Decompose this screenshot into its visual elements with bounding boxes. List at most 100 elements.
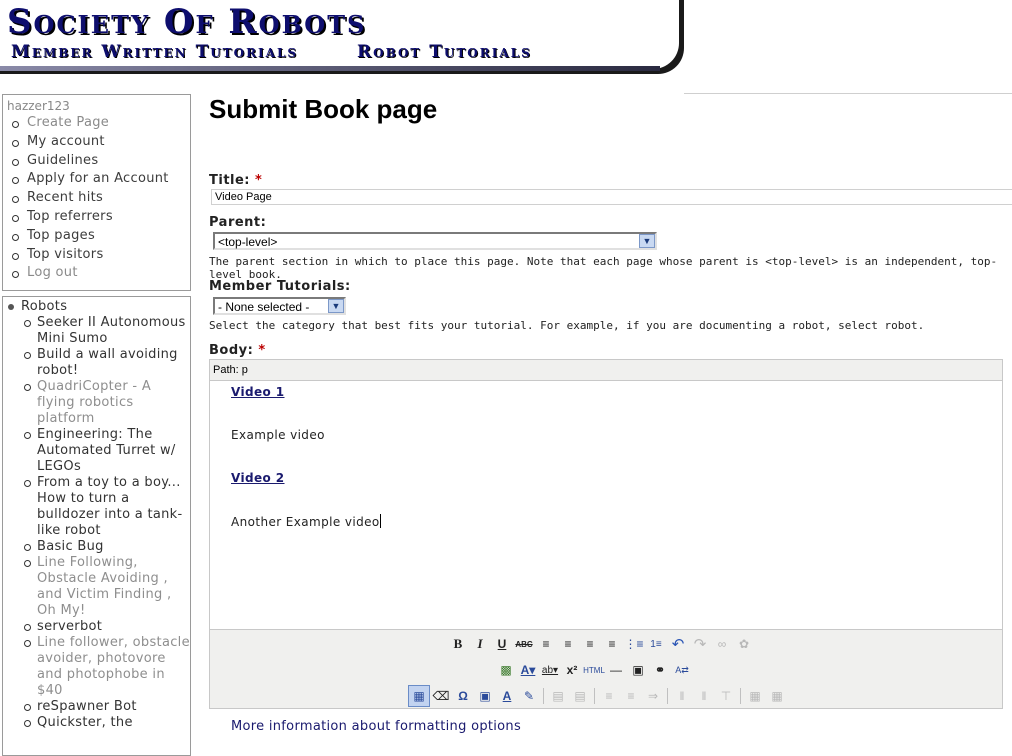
split-cells-icon[interactable]: ▦ xyxy=(744,685,766,707)
horizontal-rule-icon[interactable]: — xyxy=(605,659,627,681)
text-color-icon[interactable]: A▾ xyxy=(517,659,539,681)
align-justify-icon[interactable]: ≡ xyxy=(601,633,623,655)
merge-cells-icon[interactable]: ▦ xyxy=(766,685,788,707)
tutorials-description: Select the category that best fits your … xyxy=(209,319,925,332)
editor-path-bar: Path: p xyxy=(210,360,1002,381)
toolbar-separator xyxy=(740,688,741,704)
page-title: Submit Book page xyxy=(209,94,438,124)
user-menu-item[interactable]: Log out xyxy=(7,264,190,283)
tree-item[interactable]: Line Following, Obstacle Avoiding , and … xyxy=(20,555,190,619)
align-center-icon[interactable]: ≡ xyxy=(557,633,579,655)
table-row-props-icon[interactable]: ▤ xyxy=(547,685,569,707)
text-caret xyxy=(379,514,381,528)
required-marker: * xyxy=(255,173,263,188)
user-menu-item[interactable]: My account xyxy=(7,133,190,152)
find-icon[interactable]: ⚭ xyxy=(649,659,671,681)
tree-item[interactable]: Seeker II Autonomous Mini Sumo xyxy=(20,315,190,347)
image-icon[interactable]: ▩ xyxy=(495,659,517,681)
site-banner: Society Of Robots Member Written Tutoria… xyxy=(0,0,684,74)
tree-item[interactable]: Build a wall avoiding robot! xyxy=(20,347,190,379)
body-label: Body: * xyxy=(209,343,266,358)
align-left-icon[interactable]: ≡ xyxy=(535,633,557,655)
chevron-down-icon[interactable]: ▼ xyxy=(639,234,655,248)
fullscreen-icon[interactable]: ▣ xyxy=(474,685,496,707)
undo-icon[interactable]: ↶ xyxy=(667,633,689,655)
special-char-icon[interactable]: Ω xyxy=(452,685,474,707)
redo-icon[interactable]: ↷ xyxy=(689,633,711,655)
table-icon[interactable]: ▦ xyxy=(408,685,430,707)
editor-body[interactable]: Video 1 Example video Video 2 Another Ex… xyxy=(210,381,1002,629)
book-navigation-block: Robots Seeker II Autonomous Mini Sumo Bui… xyxy=(2,296,191,756)
tree-root-robots[interactable]: Robots xyxy=(5,299,190,315)
tutorials-selected-value: - None selected - xyxy=(218,300,310,314)
insert-row-before-icon[interactable]: ≡ xyxy=(598,685,620,707)
tree-item[interactable]: Line follower, obstacle avoider, photovo… xyxy=(20,635,190,699)
superscript-icon[interactable]: x² xyxy=(561,659,583,681)
member-tutorials-label: Member Tutorials: xyxy=(209,279,351,294)
formatting-help-link[interactable]: More information about formatting option… xyxy=(231,719,521,734)
user-menu: Create Page My account Guidelines Apply for… xyxy=(7,114,190,283)
user-menu-item[interactable]: Top pages xyxy=(7,227,190,246)
edit-icon[interactable]: ✎ xyxy=(518,685,540,707)
robot-tutorials-link[interactable]: Robot Tutorials xyxy=(357,42,532,62)
user-menu-item[interactable]: Guidelines xyxy=(7,152,190,171)
required-marker: * xyxy=(258,343,266,358)
align-right-icon[interactable]: ≡ xyxy=(579,633,601,655)
username: hazzer123 xyxy=(7,99,70,113)
tree-item[interactable]: Basic Bug xyxy=(20,539,190,555)
user-menu-item[interactable]: Top referrers xyxy=(7,208,190,227)
user-menu-block: hazzer123 Create Page My account Guideline… xyxy=(2,94,191,291)
bullet-list-icon[interactable]: ⋮≡ xyxy=(623,633,645,655)
styles-icon[interactable]: A xyxy=(496,685,518,707)
editor-paragraph[interactable]: Example video xyxy=(231,428,325,442)
robots-tree-list: Seeker II Autonomous Mini Sumo Build a wa… xyxy=(20,315,190,731)
toolbar-separator xyxy=(667,688,668,704)
highlight-color-icon[interactable]: ab▾ xyxy=(539,659,561,681)
tree-item[interactable]: Quickster, the xyxy=(20,715,190,731)
tree-item[interactable]: From a toy to a boy... How to turn a bul… xyxy=(20,475,190,539)
title-input[interactable]: Video Page xyxy=(211,189,1012,205)
rich-text-editor: Path: p Video 1 Example video Video 2 An… xyxy=(209,359,1003,709)
tree-item[interactable]: reSpawner Bot xyxy=(20,699,190,715)
bold-icon[interactable]: B xyxy=(447,633,469,655)
numbered-list-icon[interactable]: 1≡ xyxy=(645,633,667,655)
site-title[interactable]: Society Of Robots xyxy=(7,2,366,42)
insert-col-after-icon[interactable]: ‖ xyxy=(693,685,715,707)
link-icon[interactable]: ∞ xyxy=(711,633,733,655)
strikethrough-icon[interactable]: ABC xyxy=(513,633,535,655)
unlink-icon[interactable]: ✿ xyxy=(733,633,755,655)
cleanup-icon[interactable]: ⌫ xyxy=(430,685,452,707)
editor-paragraph[interactable]: Another Example video xyxy=(231,514,381,529)
tree-item[interactable]: Engineering: The Automated Turret w/ LEG… xyxy=(20,427,190,475)
underline-icon[interactable]: U xyxy=(491,633,513,655)
editor-link-video-2[interactable]: Video 2 xyxy=(231,471,285,485)
parent-selected-value: <top-level> xyxy=(218,235,278,249)
user-menu-item[interactable]: Apply for an Account xyxy=(7,170,190,189)
user-menu-item[interactable]: Top visitors xyxy=(7,246,190,265)
user-menu-item[interactable]: Recent hits xyxy=(7,189,190,208)
delete-row-icon[interactable]: ⇒ xyxy=(642,685,664,707)
italic-icon[interactable]: I xyxy=(469,633,491,655)
user-menu-item[interactable]: Create Page xyxy=(7,114,190,133)
preview-icon[interactable]: ▣ xyxy=(627,659,649,681)
parent-select[interactable]: <top-level> ▼ xyxy=(213,232,657,250)
delete-col-icon[interactable]: ⊤ xyxy=(715,685,737,707)
tree-item[interactable]: QuadriCopter - A flying robotics platfor… xyxy=(20,379,190,427)
insert-row-after-icon[interactable]: ≡ xyxy=(620,685,642,707)
tree-item[interactable]: serverbot xyxy=(20,619,190,635)
member-tutorials-link[interactable]: Member Written Tutorials xyxy=(11,42,298,62)
title-label: Title: * xyxy=(209,173,263,188)
html-icon[interactable]: HTML xyxy=(583,659,605,681)
toolbar-separator xyxy=(543,688,544,704)
member-tutorials-select[interactable]: - None selected - ▼ xyxy=(213,297,346,315)
parent-description: The parent section in which to place thi… xyxy=(209,255,998,281)
chevron-down-icon[interactable]: ▼ xyxy=(328,299,344,313)
editor-link-video-1[interactable]: Video 1 xyxy=(231,385,285,399)
parent-label: Parent: xyxy=(209,215,267,230)
toolbar-separator xyxy=(594,688,595,704)
insert-col-before-icon[interactable]: ‖ xyxy=(671,685,693,707)
table-cell-props-icon[interactable]: ▤ xyxy=(569,685,591,707)
header-divider xyxy=(684,93,1012,94)
replace-icon[interactable]: A⇄ xyxy=(671,659,693,681)
editor-toolbar: B I U ABC ≡ ≡ ≡ ≡ ⋮≡ 1≡ ↶ ↷ ∞ ✿ ▩ A▾ ab▾… xyxy=(210,629,1002,708)
